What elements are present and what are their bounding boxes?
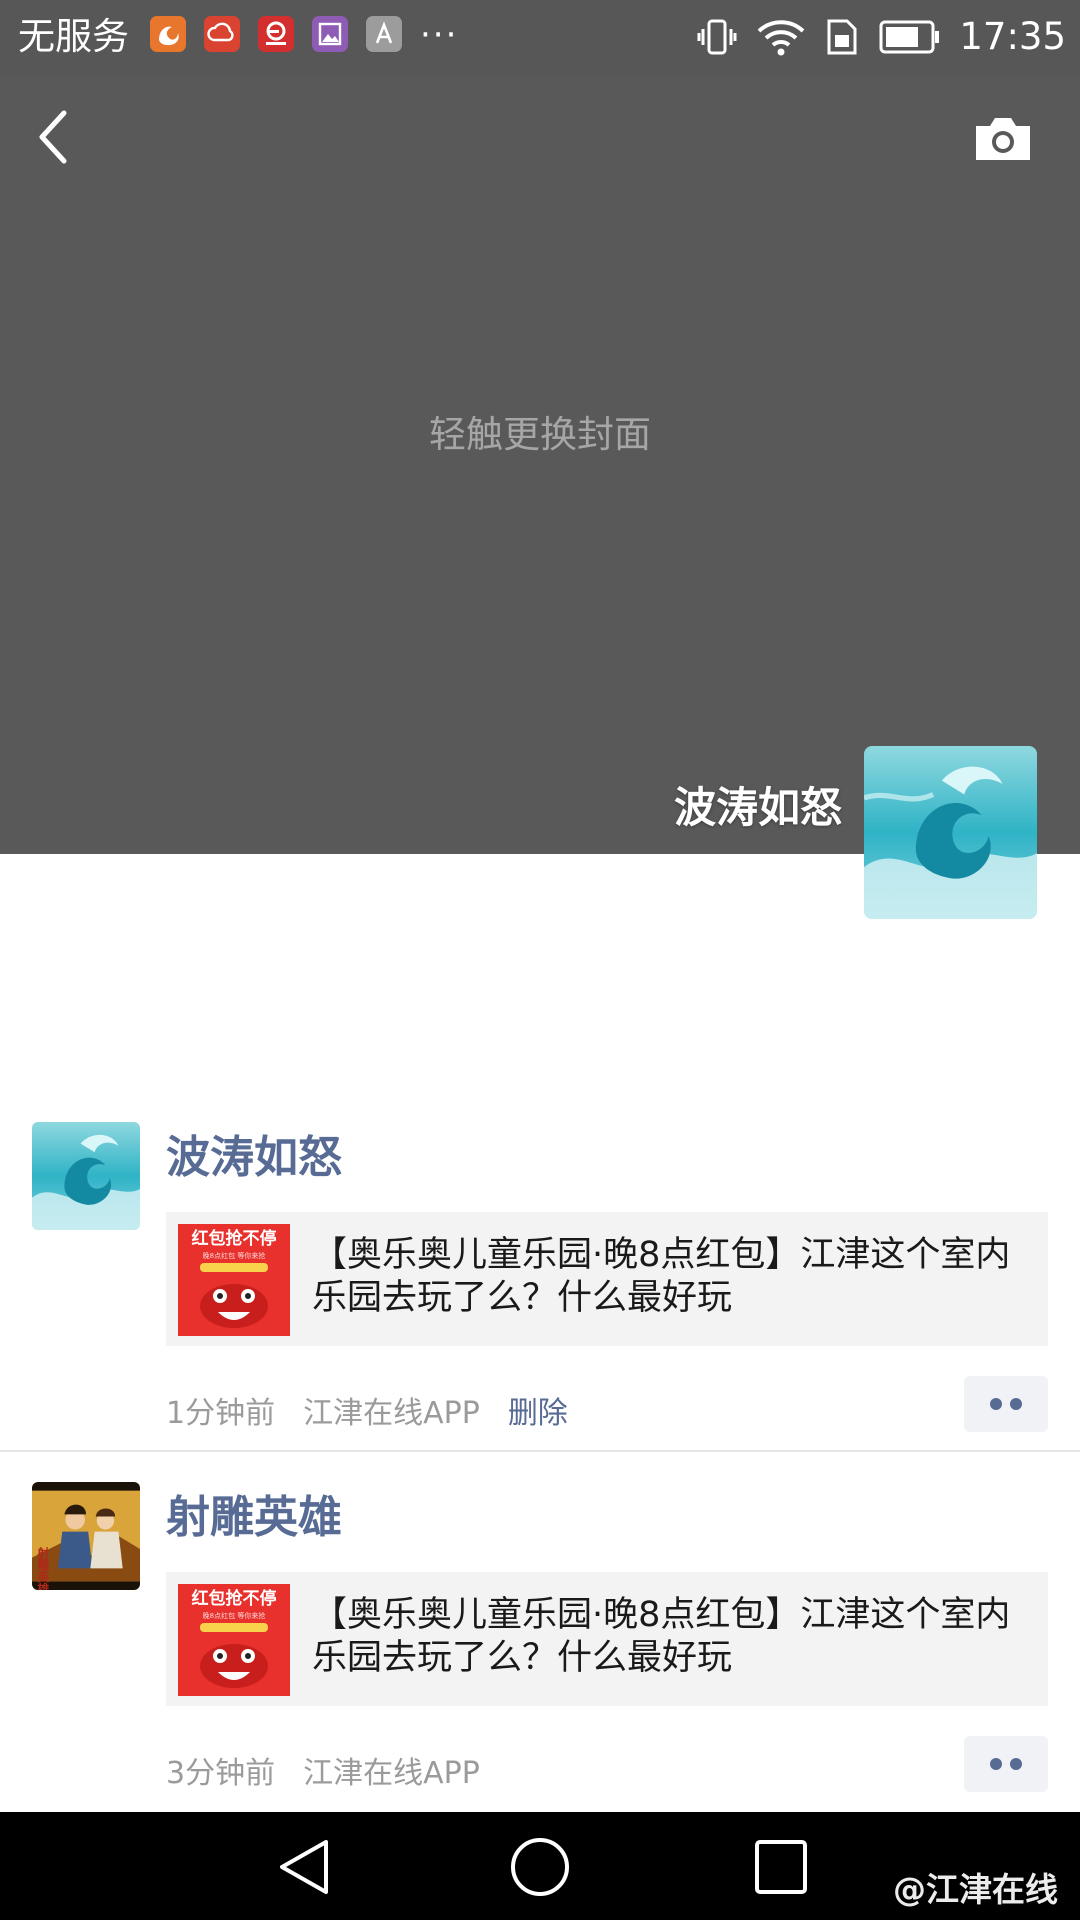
post-time: 3分钟前 [166,1756,276,1791]
svg-text:红包抢不停: 红包抢不停 [192,1228,277,1249]
more-dot-icon [990,1758,1002,1770]
more-notifications-icon: ··· [420,15,459,55]
shared-link-thumbnail: 红包抢不停 晚8点红包 等你来抢 [178,1584,290,1696]
post-divider [0,1450,1080,1452]
profile-name: 波涛如怒 [673,783,842,832]
shared-link-title: 【奥乐奥儿童乐园·晚8点红包】江津这个室内乐园去玩了么？什么最好玩 [312,1235,1011,1318]
delete-link[interactable]: 删除 [508,1388,568,1432]
post-author-name[interactable]: 射雕英雄 [166,1488,342,1548]
system-tray: 17:35 [697,12,1066,62]
shared-link-title: 【奥乐奥儿童乐园·晚8点红包】江津这个室内乐园去玩了么？什么最好玩 [312,1595,1011,1678]
post-time: 1分钟前 [166,1396,276,1431]
shared-link-card[interactable]: 红包抢不停 晚8点红包 等你来抢 【奥乐奥儿童乐园·晚8点红包】江津这个室内乐园… [166,1212,1048,1346]
svg-text:晚8点红包 等你来抢: 晚8点红包 等你来抢 [203,1611,266,1620]
nav-home-button[interactable] [505,1834,575,1900]
carrier-label: 无服务 [18,15,129,58]
back-button[interactable] [30,105,80,169]
more-dot-icon [1010,1398,1022,1410]
svg-text:射雕英雄传: 射雕英雄传 [36,1546,50,1590]
change-cover-hint[interactable]: 轻触更换封面 [0,410,1080,460]
post-meta: 1分钟前 江津在线APP 删除 [166,1387,568,1433]
post-source[interactable]: 江津在线APP [303,1388,480,1432]
profile-avatar[interactable] [864,746,1037,919]
comment-like-button[interactable] [964,1376,1048,1432]
jiangjin-online-icon [258,16,294,52]
status-bar: 无服务 ··· 17:35 [0,0,1080,75]
post-source[interactable]: 江津在线APP [303,1748,480,1792]
post-avatar[interactable]: 射雕英雄传 [32,1482,140,1590]
post-meta: 3分钟前 江津在线APP [166,1747,508,1793]
watermark: @江津在线 [893,1870,1058,1909]
shared-link-card[interactable]: 红包抢不停 晚8点红包 等你来抢 【奥乐奥儿童乐园·晚8点红包】江津这个室内乐园… [166,1572,1048,1706]
clock: 17:35 [959,15,1066,58]
svg-text:红包抢不停: 红包抢不停 [192,1588,277,1609]
nav-recents-icon [755,1840,807,1894]
nav-home-icon [511,1838,569,1896]
shared-link-thumbnail: 红包抢不停 晚8点红包 等你来抢 [178,1224,290,1336]
more-dot-icon [990,1398,1002,1410]
back-arrow-icon [39,110,67,164]
comment-like-button[interactable] [964,1736,1048,1792]
gallery-icon [312,16,348,52]
nav-back-icon [280,1840,328,1894]
camera-button[interactable] [972,114,1034,164]
vibrate-icon [697,19,737,55]
post-avatar[interactable] [32,1122,140,1230]
cover-area[interactable] [0,75,1080,854]
nav-recents-button[interactable] [745,1834,815,1900]
cloud-app-icon [204,16,240,52]
uc-browser-icon [150,16,186,52]
nav-back-button[interactable] [270,1834,340,1900]
camera-icon [976,118,1030,160]
more-dot-icon [1010,1758,1022,1770]
sim-icon [827,19,857,55]
font-app-icon [366,16,402,52]
post-author-name[interactable]: 波涛如怒 [166,1128,342,1188]
battery-icon [879,20,940,54]
svg-text:晚8点红包 等你来抢: 晚8点红包 等你来抢 [203,1251,266,1260]
wifi-icon [757,20,805,56]
